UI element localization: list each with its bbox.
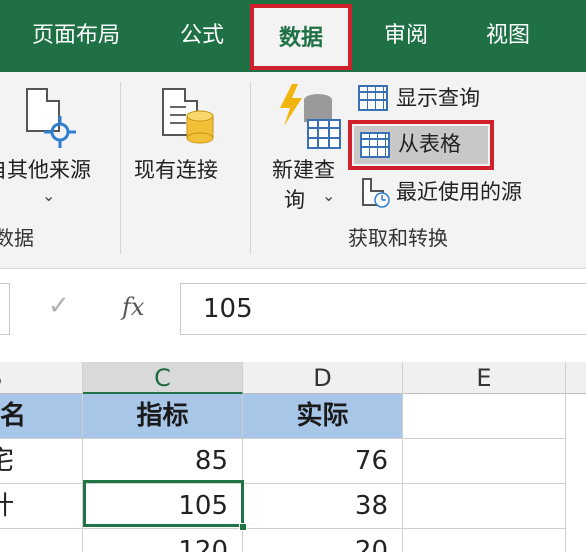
database-icon (186, 110, 214, 144)
recent-sources-button[interactable]: 最近使用的源 (356, 174, 556, 210)
chevron-down-icon: ⌄ (322, 186, 336, 205)
new-query-label-line1: 新建查 (272, 158, 335, 182)
other-sources-label: 自其他来源 (0, 158, 91, 182)
existing-connections-button[interactable]: 现有连接 (126, 80, 240, 200)
table-cell[interactable] (403, 529, 566, 552)
table-header-actual[interactable]: 实际 (243, 394, 403, 439)
table-cell[interactable]: 宅 (0, 439, 83, 484)
column-header-f[interactable] (566, 362, 586, 394)
crosshair-icon (44, 116, 76, 148)
from-table-button[interactable]: 从表格 (348, 120, 494, 170)
formula-controls: ✓ fx (24, 291, 170, 331)
table-icon (358, 85, 388, 111)
table-cell[interactable] (403, 484, 566, 529)
other-sources-button[interactable]: 自其他来源 ⌄ (0, 80, 114, 212)
tab-formulas[interactable]: 公式 (172, 14, 232, 58)
ribbon-divider (120, 82, 121, 254)
ribbon-panel: 自其他来源 ⌄ 数据 现有连接 新建查 询 (0, 72, 586, 268)
column-header-e[interactable]: E (403, 362, 566, 394)
table-cell[interactable]: 20 (243, 529, 403, 552)
new-query-icon (280, 84, 341, 149)
formula-bar: ✓ fx 105 (0, 268, 586, 362)
table-header-name[interactable]: 名 (0, 394, 83, 439)
check-icon[interactable]: ✓ (48, 291, 70, 321)
table-header-target[interactable]: 指标 (83, 394, 243, 439)
from-table-label: 从表格 (398, 132, 461, 156)
column-header-d[interactable]: D (243, 362, 403, 394)
new-query-button[interactable]: 新建查 询 ⌄ (266, 80, 350, 212)
clock-icon (374, 192, 390, 208)
tab-view[interactable]: 视图 (478, 14, 538, 58)
fill-handle[interactable] (239, 523, 247, 531)
tab-data[interactable]: 数据 (250, 4, 352, 70)
table-cell[interactable]: 叶 (0, 484, 83, 529)
new-query-label-line2: 询 (284, 188, 305, 212)
ribbon-tab-bar: 页面布局 公式 数据 审阅 视图 (0, 0, 586, 72)
ribbon-divider (250, 82, 251, 254)
show-queries-label: 显示查询 (396, 86, 480, 110)
existing-connections-label: 现有连接 (134, 158, 218, 182)
table-cell[interactable] (0, 529, 83, 552)
worksheet-grid: B C D E 名 指标 实际 宅 85 76 叶 105 38 120 20 (0, 362, 586, 552)
table-cell[interactable]: 85 (83, 439, 243, 484)
active-cell-value[interactable]: 105 (83, 484, 243, 529)
recent-sources-label: 最近使用的源 (396, 180, 522, 204)
table-cell[interactable] (403, 394, 566, 439)
chevron-down-icon: ⌄ (42, 186, 56, 205)
group-label-data: 数据 (0, 226, 34, 250)
insert-function-icon[interactable]: fx (122, 293, 144, 321)
column-header-b[interactable]: B (0, 362, 83, 394)
table-icon (360, 132, 390, 158)
table-cell[interactable] (403, 439, 566, 484)
column-header-c[interactable]: C (83, 362, 243, 394)
table-cell[interactable]: 120 (83, 529, 243, 552)
name-box[interactable] (0, 283, 10, 335)
tab-review[interactable]: 审阅 (378, 14, 434, 58)
table-cell[interactable]: 76 (243, 439, 403, 484)
table-cell[interactable]: 38 (243, 484, 403, 529)
formula-input[interactable]: 105 (180, 283, 586, 335)
show-queries-button[interactable]: 显示查询 (356, 80, 506, 116)
group-label-get-transform: 获取和转换 (348, 226, 448, 250)
tab-page-layout[interactable]: 页面布局 (22, 14, 130, 58)
